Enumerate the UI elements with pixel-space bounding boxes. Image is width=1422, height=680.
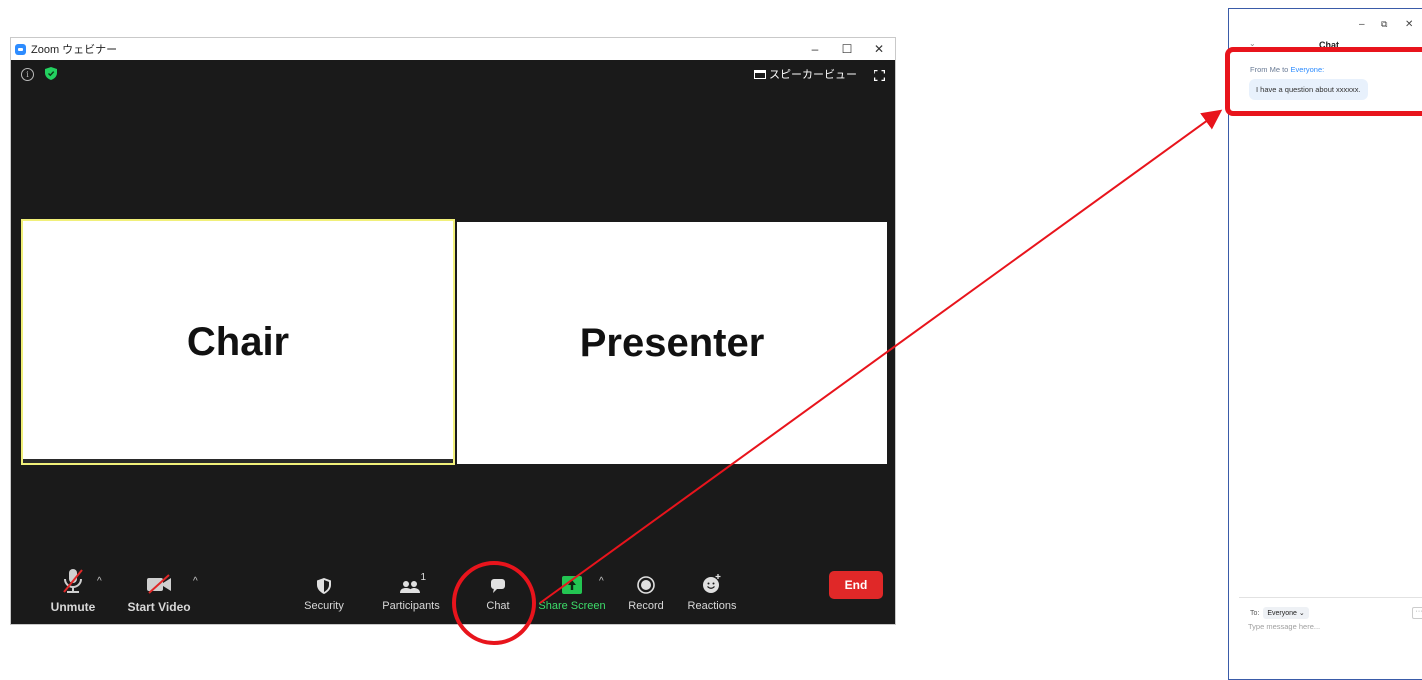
annotation-arrow: [539, 109, 1223, 604]
